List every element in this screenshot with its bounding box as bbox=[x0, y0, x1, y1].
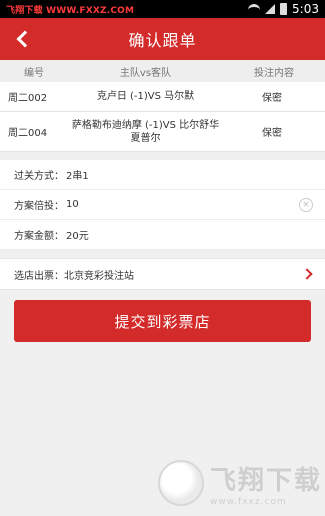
spacer bbox=[0, 250, 325, 258]
store-value: 北京竞彩投注站 bbox=[64, 270, 134, 282]
chevron-right-icon bbox=[301, 268, 313, 280]
watermark-url: www.fxxz.com bbox=[210, 496, 287, 507]
watermark-cn: 飞翔下载 bbox=[210, 465, 323, 496]
spacer bbox=[0, 152, 325, 160]
row-id: 周二002 bbox=[8, 93, 48, 104]
submit-button[interactable]: 提交到彩票店 bbox=[14, 300, 311, 342]
table-row: 周二004 萨格勒布迪纳摩 (-1)VS 比尔舒华夏普尔 保密 bbox=[0, 112, 325, 152]
wifi-icon bbox=[248, 4, 261, 14]
chevron-left-icon bbox=[16, 30, 34, 48]
amount-row: 方案金额： 20元 bbox=[0, 220, 325, 250]
pass-mode-label: 过关方式： bbox=[14, 171, 64, 182]
page-title: 确认跟单 bbox=[128, 31, 197, 50]
amount-value: 20元 bbox=[66, 231, 89, 242]
pass-mode-row: 过关方式： 2串1 bbox=[0, 160, 325, 190]
store-label: 选店出票： bbox=[14, 270, 64, 282]
row-bet: 保密 bbox=[262, 128, 282, 139]
header-bet: 投注内容 bbox=[254, 67, 294, 79]
plan-form: 过关方式： 2串1 方案倍投： 10 × 方案金额： 20元 bbox=[0, 160, 325, 250]
header-match: 主队vs客队 bbox=[119, 67, 172, 79]
battery-icon bbox=[280, 3, 288, 15]
signal-icon bbox=[265, 4, 276, 14]
clock: 5:03 bbox=[292, 2, 319, 16]
multiple-input[interactable]: 10 bbox=[66, 199, 79, 210]
title-bar: 确认跟单 bbox=[0, 18, 325, 60]
status-icons: 5:03 bbox=[248, 2, 319, 16]
watermark: 飞翔下载 www.fxxz.com bbox=[158, 455, 323, 511]
bet-table: 编号 主队vs客队 投注内容 周二002 克卢日 (-1)VS 马尔默 保密 周… bbox=[0, 60, 325, 152]
row-id: 周二004 bbox=[8, 128, 48, 139]
clear-icon[interactable]: × bbox=[299, 198, 313, 212]
row-match: 萨格勒布迪纳摩 (-1)VS 比尔舒华夏普尔 bbox=[71, 119, 220, 144]
table-row: 周二002 克卢日 (-1)VS 马尔默 保密 bbox=[0, 82, 325, 112]
watermark-text: 飞翔下载 www.fxxz.com bbox=[210, 460, 322, 507]
row-bet: 保密 bbox=[262, 93, 282, 104]
row-match: 克卢日 (-1)VS 马尔默 bbox=[96, 91, 195, 102]
pass-mode-value: 2串1 bbox=[66, 171, 89, 182]
header-id: 编号 bbox=[24, 67, 44, 79]
table-header: 编号 主队vs客队 投注内容 bbox=[0, 60, 325, 82]
store-select-row[interactable]: 选店出票： 北京竞彩投注站 bbox=[0, 258, 325, 290]
amount-label: 方案金额： bbox=[14, 231, 64, 242]
submit-container: 提交到彩票店 bbox=[0, 290, 325, 342]
source-label: 飞翔下载 WWW.FXXZ.COM bbox=[6, 5, 135, 16]
multiple-row[interactable]: 方案倍投： 10 × bbox=[0, 190, 325, 220]
status-bar: 飞翔下载 WWW.FXXZ.COM 5:03 bbox=[0, 0, 325, 18]
back-button[interactable] bbox=[10, 26, 36, 52]
multiple-label: 方案倍投： bbox=[14, 201, 64, 212]
watermark-logo-icon bbox=[158, 460, 204, 506]
